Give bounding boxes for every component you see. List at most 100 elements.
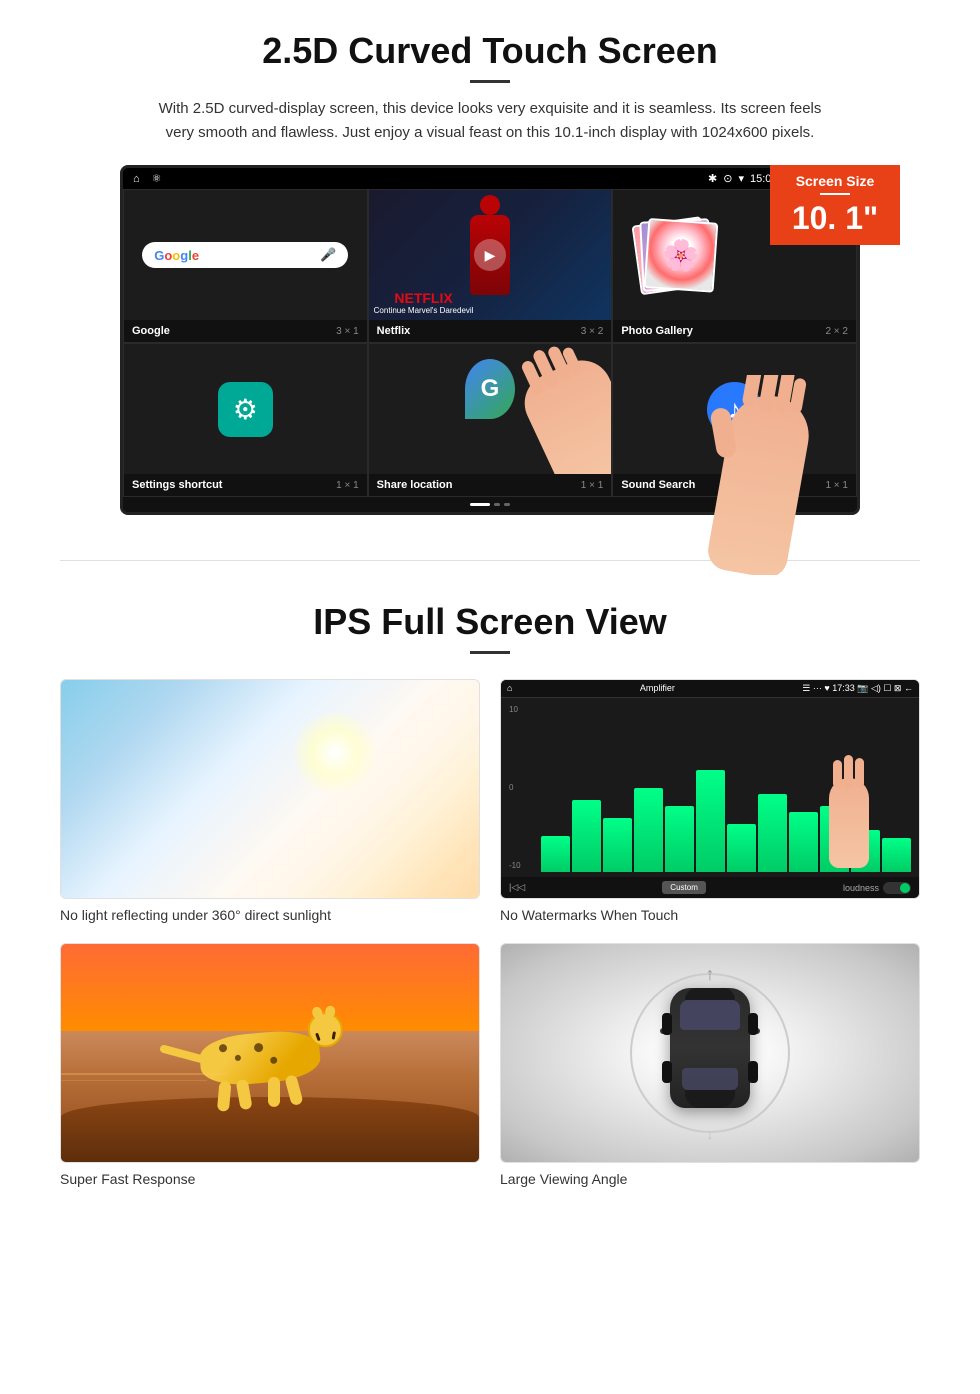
eq-bar-2: [572, 800, 601, 872]
netflix-bg: ▶ NETFLIX Continue Marvel's Daredevil: [369, 190, 612, 320]
amp-icons: ☰ ··· ♥ 17:33 📷 ◁) ☐ ⊠ ←: [802, 683, 913, 694]
netflix-logo-text: NETFLIX: [374, 290, 474, 306]
dot-2: [504, 503, 510, 506]
sound-search-cell-inner: ♪: [613, 344, 856, 474]
eq-bars-container: 10 0 -10: [501, 698, 919, 877]
netflix-grid-size: 3 × 2: [581, 326, 604, 337]
share-location-app-cell[interactable]: G Share: [368, 343, 613, 497]
google-mic-icon[interactable]: 🎤: [320, 247, 336, 263]
screen-size-badge: Screen Size 10. 1": [770, 165, 900, 245]
section-ips-view: IPS Full Screen View No light reflecting…: [0, 581, 980, 1217]
cheetah-image: [60, 943, 480, 1163]
settings-icon: ⚙: [218, 382, 273, 437]
netflix-app-label: Netflix: [377, 325, 411, 337]
car-caption: Large Viewing Angle: [500, 1171, 920, 1187]
netflix-subtitle: Continue Marvel's Daredevil: [374, 306, 474, 315]
location-icon: ⊙: [723, 172, 732, 185]
pointing-hand: [515, 351, 611, 474]
amp-hand-overlay: [819, 778, 879, 878]
google-search-bar[interactable]: Google 🎤: [142, 242, 348, 268]
google-logo: Google: [154, 248, 199, 263]
home-icon[interactable]: ⌂: [133, 173, 140, 185]
netflix-play-button[interactable]: ▶: [474, 239, 506, 271]
feature-cheetah: Super Fast Response: [60, 943, 480, 1187]
settings-cell-inner: ⚙: [124, 344, 367, 474]
netflix-cell-inner: ▶ NETFLIX Continue Marvel's Daredevil: [369, 190, 612, 320]
badge-size: 10. 1": [780, 199, 890, 237]
amp-custom-btn[interactable]: Custom: [662, 881, 706, 894]
feature-watermarks: ⌂ Amplifier ☰ ··· ♥ 17:33 📷 ◁) ☐ ⊠ ← 10 …: [500, 679, 920, 923]
share-location-grid-size: 1 × 1: [581, 480, 604, 491]
netflix-overlay: NETFLIX Continue Marvel's Daredevil: [374, 290, 474, 315]
netflix-app-cell[interactable]: ▶ NETFLIX Continue Marvel's Daredevil Ne…: [368, 189, 613, 343]
share-location-bg: G: [369, 344, 612, 474]
status-bar: ⌂ ⚛ ✱ ⊙ ▾ 15:06 📷 ◁) ⊠ ▭: [123, 168, 857, 189]
sound-search-grid-size: 1 × 1: [825, 480, 848, 491]
google-label-row: Google 3 × 1: [124, 320, 367, 342]
google-app-cell[interactable]: Google 🎤 Google 3 × 1: [123, 189, 368, 343]
photo-stack: 🌸: [618, 195, 733, 315]
feature-sunlight: No light reflecting under 360° direct su…: [60, 679, 480, 923]
sound-search-bg: ♪: [613, 344, 856, 474]
settings-grid-size: 1 × 1: [336, 480, 359, 491]
tablet-screen: ⌂ ⚛ ✱ ⊙ ▾ 15:06 📷 ◁) ⊠ ▭: [120, 165, 860, 515]
device-mockup: Screen Size 10. 1" ⌂ ⚛ ✱ ⊙ ▾ 15:06 📷 ◁): [100, 165, 880, 515]
sound-search-app-label: Sound Search: [621, 479, 695, 491]
angle-arrow-bot: ↓: [707, 1128, 713, 1142]
amp-bottom-controls: |◁◁ Custom loudness: [501, 877, 919, 898]
amp-home: ⌂: [507, 683, 512, 694]
section2-title: IPS Full Screen View: [60, 601, 920, 643]
eq-bar-9: [789, 812, 818, 872]
sound-search-label-row: Sound Search 1 × 1: [613, 474, 856, 496]
settings-label-row: Settings shortcut 1 × 1: [124, 474, 367, 496]
car-image: ↑ ↓: [500, 943, 920, 1163]
share-location-app-label: Share location: [377, 479, 453, 491]
sunlight-caption: No light reflecting under 360° direct su…: [60, 907, 480, 923]
section-divider-hr: [60, 560, 920, 561]
settings-app-label: Settings shortcut: [132, 479, 222, 491]
eq-bar-3: [603, 818, 632, 872]
photo-gallery-grid-size: 2 × 2: [825, 326, 848, 337]
car-top-down: [665, 988, 755, 1118]
dot-1: [494, 503, 500, 506]
amp-title: Amplifier: [640, 683, 675, 694]
feature-car: ↑ ↓ Large Viewing Angle: [500, 943, 920, 1187]
photo-gallery-app-label: Photo Gallery: [621, 325, 693, 337]
bluetooth-icon: ✱: [708, 172, 717, 185]
google-cell-inner: Google 🎤: [124, 190, 367, 320]
eq-bar-5: [665, 806, 694, 872]
sound-icon: ♪: [707, 382, 762, 437]
netflix-label-row: Netflix 3 × 2: [369, 320, 612, 342]
maps-icon: G: [465, 359, 515, 419]
badge-label: Screen Size: [780, 173, 890, 189]
eq-bar-6: [696, 770, 725, 872]
eq-labels: 10 0 -10: [509, 703, 539, 872]
angle-arrow-top: ↑: [706, 964, 715, 985]
eq-bar-8: [758, 794, 787, 872]
section1-title: 2.5D Curved Touch Screen: [60, 30, 920, 72]
watermarks-image: ⌂ Amplifier ☰ ··· ♥ 17:33 📷 ◁) ☐ ⊠ ← 10 …: [500, 679, 920, 899]
share-location-cell-inner: G: [369, 344, 612, 474]
feature-grid: No light reflecting under 360° direct su…: [60, 679, 920, 1187]
status-bar-left: ⌂ ⚛: [133, 172, 162, 185]
section1-description: With 2.5D curved-display screen, this de…: [150, 97, 830, 145]
app-grid: Google 🎤 Google 3 × 1: [123, 189, 857, 497]
wifi-icon: ▾: [738, 172, 744, 185]
eq-bar-1: [541, 836, 570, 872]
google-bg: Google 🎤: [124, 190, 367, 320]
share-location-label-row: Share location 1 × 1: [369, 474, 612, 496]
section2-divider: [470, 651, 510, 654]
title-divider: [470, 80, 510, 83]
amp-loudness-toggle[interactable]: [883, 882, 911, 894]
photo-stack-3: 🌸: [643, 218, 718, 293]
dot-active: [470, 503, 490, 506]
amp-prev-icon[interactable]: |◁◁: [509, 882, 525, 893]
eq-label-mid: 0: [509, 783, 539, 792]
google-grid-size: 3 × 1: [336, 326, 359, 337]
cheetah-caption: Super Fast Response: [60, 1171, 480, 1187]
amp-header: ⌂ Amplifier ☰ ··· ♥ 17:33 📷 ◁) ☐ ⊠ ←: [501, 680, 919, 698]
sound-search-app-cell[interactable]: ♪ Sound Search 1 × 1: [612, 343, 857, 497]
eq-label-bot: -10: [509, 861, 539, 870]
settings-app-cell[interactable]: ⚙ Settings shortcut 1 × 1: [123, 343, 368, 497]
sunlight-image: [60, 679, 480, 899]
